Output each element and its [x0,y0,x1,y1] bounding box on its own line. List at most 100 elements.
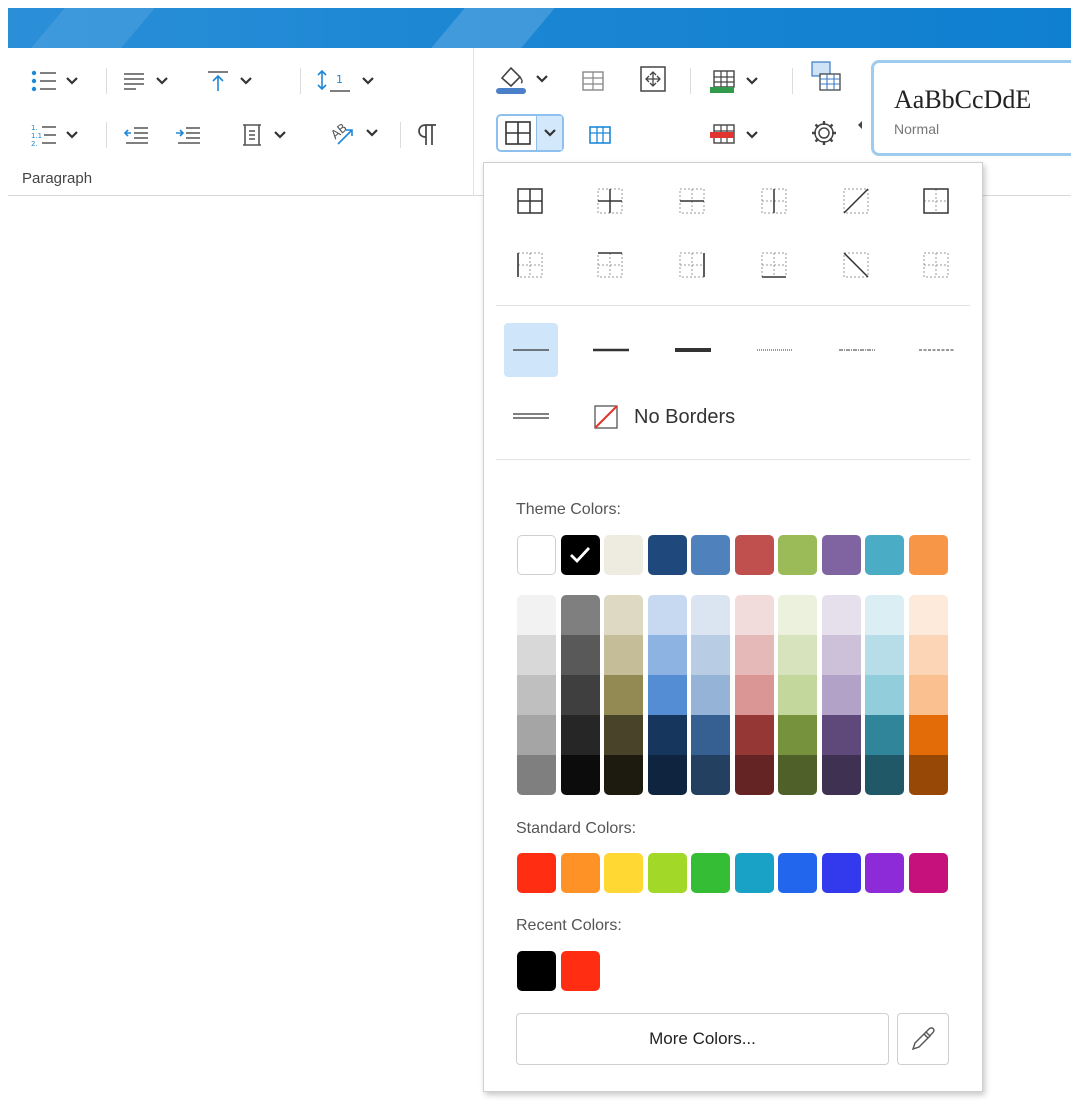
chevron-down-icon[interactable] [536,75,548,83]
vertical-align-top-button[interactable] [204,64,252,98]
inside-borders-option[interactable] [588,179,632,223]
line-style-double[interactable] [504,389,558,443]
group-collapse-icon[interactable] [856,120,864,130]
theme-shade-swatch[interactable] [691,595,730,635]
no-borders-option[interactable]: No Borders [592,399,735,435]
theme-shade-swatch[interactable] [908,595,948,635]
line-style-dotted[interactable] [748,323,802,377]
style-normal[interactable]: AaBbCcDdE Normal [871,60,1071,156]
theme-shade-swatch[interactable] [560,595,600,635]
theme-shade-swatch[interactable] [865,635,904,675]
theme-shade-swatch[interactable] [821,595,861,635]
table-grid-button[interactable] [580,64,606,98]
theme-color-swatch[interactable] [908,535,948,575]
line-style-medium[interactable] [584,323,638,377]
theme-color-swatch[interactable] [517,535,556,575]
numbered-list-button[interactable]: 1. 1.1 2. [30,118,78,152]
theme-shade-swatch[interactable] [604,715,643,755]
increase-indent-button[interactable] [174,118,202,152]
show-formatting-button[interactable] [416,118,440,152]
theme-shade-swatch[interactable] [560,635,600,675]
bullet-list-button[interactable] [30,64,78,98]
insert-rows-button[interactable] [708,64,758,98]
theme-shade-swatch[interactable] [560,675,600,715]
theme-shade-swatch[interactable] [647,715,687,755]
theme-shade-swatch[interactable] [560,715,600,755]
inside-horizontal-option[interactable] [670,179,714,223]
theme-shade-swatch[interactable] [647,595,687,635]
borders-button[interactable] [496,114,564,152]
standard-color-swatch[interactable] [560,853,600,893]
table-styles-button[interactable] [810,60,842,94]
chevron-down-icon[interactable] [746,77,758,85]
chevron-down-icon[interactable] [362,77,374,85]
chevron-down-icon[interactable] [366,129,378,137]
theme-shade-swatch[interactable] [517,715,556,755]
line-style-dash-dot[interactable] [830,323,884,377]
theme-shade-swatch[interactable] [734,675,774,715]
line-spacing-button[interactable]: 1 [314,64,374,98]
theme-shade-swatch[interactable] [865,595,904,635]
theme-shade-swatch[interactable] [647,675,687,715]
line-style-thin[interactable] [504,323,558,377]
more-colors-button[interactable]: More Colors... [516,1013,889,1065]
theme-color-swatch[interactable] [821,535,861,575]
theme-shade-swatch[interactable] [647,755,687,795]
table-move-button[interactable] [638,62,668,96]
diagonal-down-option[interactable] [834,243,878,287]
outside-borders-option[interactable] [914,179,958,223]
no-border-preset-option[interactable] [914,243,958,287]
theme-shade-swatch[interactable] [908,635,948,675]
theme-shade-swatch[interactable] [865,675,904,715]
theme-shade-swatch[interactable] [778,595,817,635]
theme-shade-swatch[interactable] [517,675,556,715]
text-direction-button[interactable]: AB [328,116,378,150]
theme-shade-swatch[interactable] [691,675,730,715]
standard-color-swatch[interactable] [517,853,556,893]
standard-color-swatch[interactable] [778,853,817,893]
theme-shade-swatch[interactable] [734,635,774,675]
theme-color-swatch[interactable] [647,535,687,575]
theme-color-swatch[interactable] [734,535,774,575]
theme-shade-swatch[interactable] [865,755,904,795]
standard-color-swatch[interactable] [691,853,730,893]
recent-color-swatch[interactable] [560,951,600,991]
right-border-option[interactable] [670,243,714,287]
bottom-border-option[interactable] [752,243,796,287]
theme-shade-swatch[interactable] [778,675,817,715]
theme-shade-swatch[interactable] [560,755,600,795]
theme-shade-swatch[interactable] [865,715,904,755]
table-settings-button[interactable] [808,116,840,150]
inside-vertical-option[interactable] [752,179,796,223]
theme-color-swatch[interactable] [560,535,600,575]
theme-shade-swatch[interactable] [821,715,861,755]
chevron-down-icon[interactable] [240,77,252,85]
standard-color-swatch[interactable] [734,853,774,893]
theme-shade-swatch[interactable] [778,635,817,675]
theme-shade-swatch[interactable] [604,675,643,715]
all-borders-option[interactable] [508,179,552,223]
standard-color-swatch[interactable] [647,853,687,893]
theme-shade-swatch[interactable] [908,715,948,755]
theme-shade-swatch[interactable] [604,755,643,795]
theme-shade-swatch[interactable] [908,755,948,795]
theme-color-swatch[interactable] [604,535,643,575]
theme-shade-swatch[interactable] [778,755,817,795]
left-border-option[interactable] [508,243,552,287]
shading-button[interactable] [494,62,548,96]
theme-shade-swatch[interactable] [517,635,556,675]
line-style-dashed[interactable] [910,323,964,377]
top-border-option[interactable] [588,243,632,287]
theme-shade-swatch[interactable] [734,755,774,795]
theme-shade-swatch[interactable] [517,595,556,635]
theme-color-swatch[interactable] [778,535,817,575]
theme-shade-swatch[interactable] [604,595,643,635]
chevron-down-icon[interactable] [274,131,286,139]
theme-shade-swatch[interactable] [691,755,730,795]
eyedropper-button[interactable] [897,1013,949,1065]
theme-shade-swatch[interactable] [691,635,730,675]
standard-color-swatch[interactable] [908,853,948,893]
chevron-down-icon[interactable] [156,77,168,85]
align-button[interactable] [120,64,168,98]
diagonal-up-option[interactable] [834,179,878,223]
